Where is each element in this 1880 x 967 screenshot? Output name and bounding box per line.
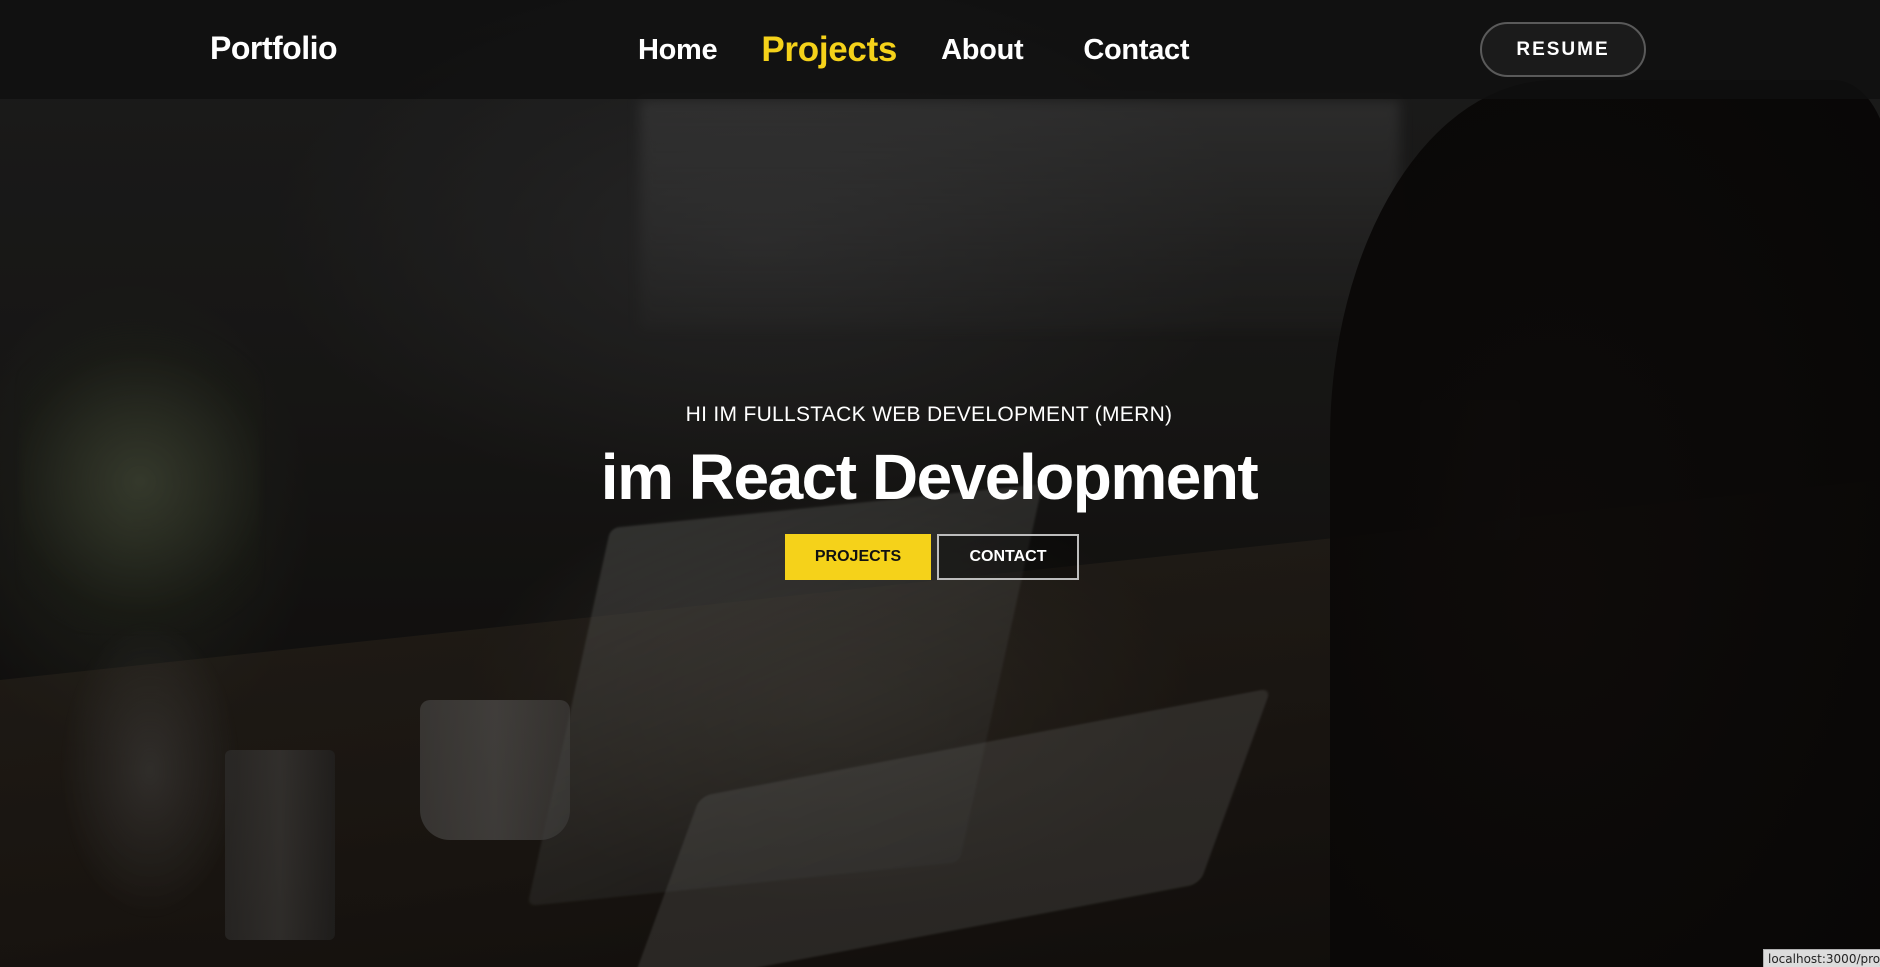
brand-logo[interactable]: Portfolio (210, 30, 338, 67)
projects-button[interactable]: PROJECTS (785, 534, 931, 580)
status-bar-url: localhost:3000/projects (1763, 949, 1880, 967)
resume-button[interactable]: RESUME (1480, 22, 1646, 77)
nav-link-projects[interactable]: Projects (761, 30, 897, 70)
main-nav: Home Projects About Contact (638, 30, 1190, 70)
hero-button-group: PROJECTS CONTACT (785, 534, 1079, 580)
hero-section: HI IM FULLSTACK WEB DEVELOPMENT (MERN) i… (0, 0, 1880, 967)
nav-link-home[interactable]: Home (638, 34, 718, 67)
contact-button[interactable]: CONTACT (937, 534, 1079, 580)
nav-link-about[interactable]: About (941, 34, 1024, 67)
hero-title: im React Development (600, 441, 1259, 513)
hero-subtitle: HI IM FULLSTACK WEB DEVELOPMENT (MERN) (685, 403, 1173, 426)
page: Portfolio Home Projects About Contact RE… (0, 0, 1880, 967)
nav-link-contact[interactable]: Contact (1083, 34, 1189, 67)
top-navbar: Portfolio Home Projects About Contact RE… (0, 0, 1880, 99)
